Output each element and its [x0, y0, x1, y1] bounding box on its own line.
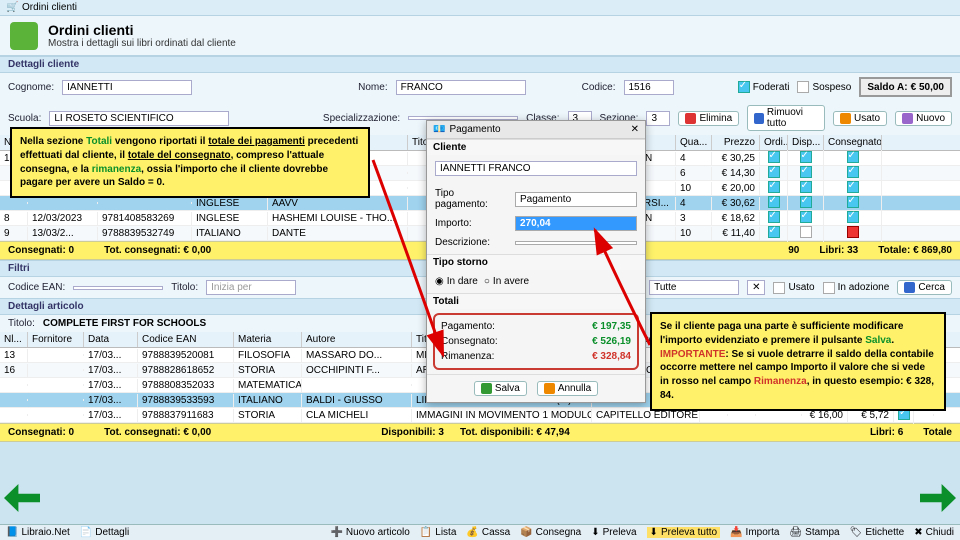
status-etichette[interactable]: 🏷 Etichette — [850, 527, 905, 538]
window-titlebar: 🛒 Ordini clienti — [0, 0, 960, 16]
nuovo-button[interactable]: Nuovo — [895, 111, 952, 126]
cognome-label: Cognome: — [8, 82, 54, 93]
nome-label: Nome: — [358, 82, 387, 93]
codice-label: Codice: — [582, 82, 616, 93]
storno-avere-radio[interactable]: ○ In avere — [484, 276, 529, 287]
annulla-button[interactable]: Annulla — [537, 381, 598, 396]
next-slide-arrow[interactable] — [920, 484, 956, 512]
dialog-totali-box: Pagamento:€ 197,35 Consegnato:€ 526,19 R… — [433, 313, 639, 370]
client-row-1: Cognome: IANNETTI Nome: FRANCO Codice: 1… — [0, 73, 960, 101]
status-importa[interactable]: 📥 Importa — [730, 527, 779, 538]
status-lista[interactable]: 📋 Lista — [420, 527, 457, 538]
filtri-casa-select[interactable]: Tutte — [649, 280, 739, 295]
cancel-icon — [544, 383, 555, 394]
codice-field[interactable]: 1516 — [624, 80, 674, 95]
save-icon — [481, 383, 492, 394]
status-cassa[interactable]: 💰 Cassa — [466, 527, 510, 538]
status-consegna[interactable]: 📦 Consegna — [520, 527, 581, 538]
sezione-field[interactable]: 3 — [646, 111, 670, 126]
status-preleva-tutto[interactable]: ⬇ Preleva tutto — [647, 527, 721, 538]
callout-importante: Se il cliente paga una parte è sufficien… — [650, 312, 946, 411]
salva-button[interactable]: Salva — [474, 381, 527, 396]
dialog-desc-input[interactable] — [515, 241, 637, 245]
dialog-titlebar[interactable]: 💶 Pagamento ✕ — [427, 121, 645, 139]
dialog-close-button[interactable]: ✕ — [631, 124, 639, 135]
basket-icon: 🛒 — [6, 2, 18, 14]
filtri-adozione-checkbox[interactable]: In adozione — [823, 282, 890, 294]
page-subtitle: Mostra i dettagli sui libri ordinati dal… — [48, 38, 236, 49]
saldo-box: Saldo A: € 50,00 — [859, 77, 952, 97]
basket-logo-icon — [10, 22, 38, 50]
storno-dare-radio[interactable]: ◉ In dare — [435, 276, 478, 287]
page-title: Ordini clienti — [48, 22, 236, 38]
dialog-icon: 💶 — [433, 124, 445, 135]
usato-button[interactable]: Usato — [833, 111, 887, 126]
dialog-tipo-select[interactable]: Pagamento — [515, 192, 637, 207]
scuola-field[interactable]: LI ROSETO SCIENTIFICO — [49, 111, 229, 126]
books-totals-bar: Consegnati: 0 Tot. consegnati: € 0,00 Di… — [0, 423, 960, 442]
status-libraio[interactable]: 📘 Libraio.Net — [6, 527, 70, 538]
status-nuovo-articolo[interactable]: ➕ Nuovo articolo — [330, 527, 409, 538]
filtri-usato-checkbox[interactable]: Usato — [773, 282, 814, 294]
scuola-label: Scuola: — [8, 113, 41, 124]
callout-totali: Nella sezione Totali vengono riportati i… — [10, 127, 370, 198]
used-icon — [840, 113, 851, 124]
status-chiudi[interactable]: ✖ Chiudi — [914, 527, 954, 538]
new-icon — [902, 113, 913, 124]
nome-field[interactable]: FRANCO — [396, 80, 526, 95]
filtri-ean-input[interactable] — [73, 286, 163, 290]
pagamento-dialog: 💶 Pagamento ✕ Cliente IANNETTI FRANCO Ti… — [426, 120, 646, 403]
search-icon — [904, 282, 915, 293]
elimina-button[interactable]: Elimina — [678, 111, 739, 126]
window-title-text: Ordini clienti — [22, 2, 77, 13]
cerca-button[interactable]: Cerca — [897, 280, 952, 295]
foderati-checkbox[interactable]: Foderati — [738, 81, 790, 93]
consegnati-count: Consegnati: 0 — [8, 245, 74, 256]
spec-label: Specializzazione: — [323, 113, 400, 124]
filtri-titolo-input[interactable]: Inizia per — [206, 280, 296, 295]
detail-titolo: COMPLETE FIRST FOR SCHOOLS — [43, 318, 206, 329]
dialog-cliente-field[interactable]: IANNETTI FRANCO — [435, 161, 637, 176]
tot-consegnati: Tot. consegnati: € 0,00 — [104, 245, 211, 256]
status-preleva[interactable]: ⬇ Preleva — [591, 527, 636, 538]
status-bar: 📘 Libraio.Net 📄 Dettagli ➕ Nuovo articol… — [0, 524, 960, 540]
remove-all-icon — [754, 113, 764, 124]
rimuovi-tutto-button[interactable]: Rimuovi tutto — [747, 105, 825, 131]
prev-slide-arrow[interactable] — [4, 484, 40, 512]
sospeso-checkbox[interactable]: Sospeso — [797, 81, 851, 93]
delete-icon — [685, 113, 696, 124]
cognome-field[interactable]: IANNETTI — [62, 80, 192, 95]
status-stampa[interactable]: 🖨 Stampa — [789, 527, 839, 538]
status-dettagli[interactable]: 📄 Dettagli — [80, 527, 129, 538]
page-header: Ordini clienti Mostra i dettagli sui lib… — [0, 16, 960, 56]
dialog-importo-input[interactable]: 270,04 — [515, 216, 637, 231]
client-section-title: Dettagli cliente — [0, 56, 960, 73]
